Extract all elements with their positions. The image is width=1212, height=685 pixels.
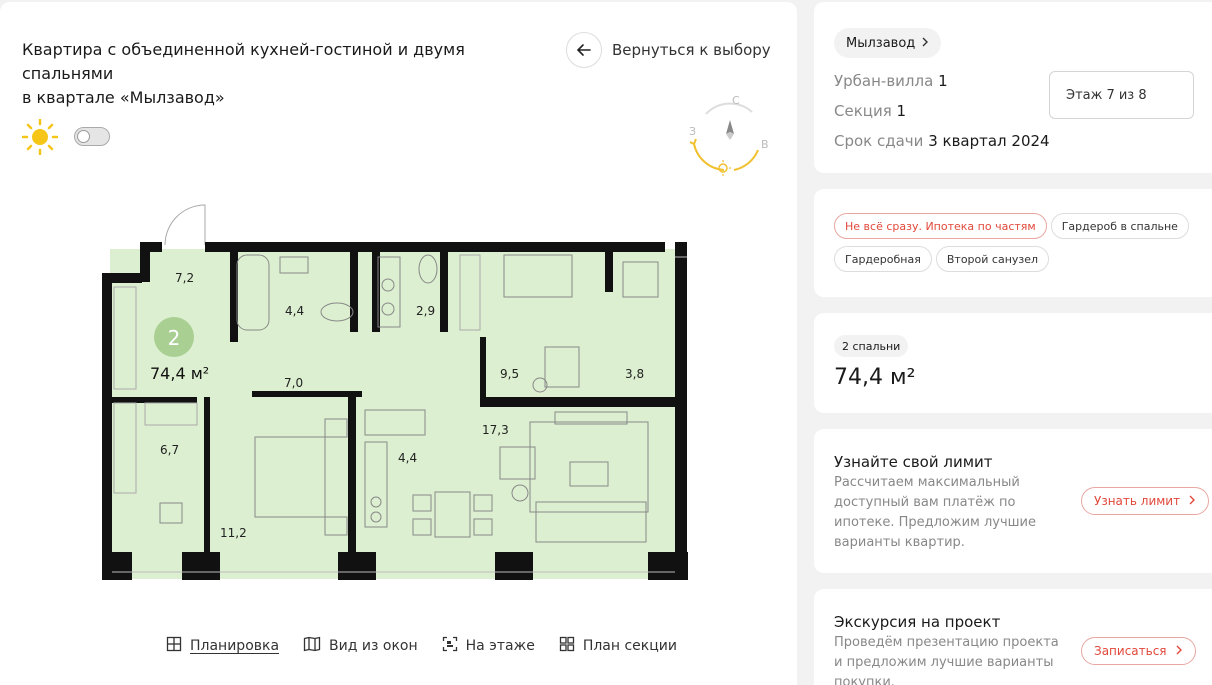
chevron-right-icon xyxy=(1175,644,1183,658)
area-card: 2 спальни 74,4 м² xyxy=(814,313,1212,413)
bedrooms-chip: 2 спальни xyxy=(834,335,909,357)
building-info-card: Мылзавод Урбан-вилла 1 Секция 1 Срок сда… xyxy=(814,2,1212,173)
chevron-right-icon xyxy=(1188,494,1196,508)
tour-text: Проведём презентацию проекта и предложим… xyxy=(834,635,1059,685)
window-view-icon xyxy=(303,636,321,656)
features-card: Не всё сразу. Ипотека по частям Гардероб… xyxy=(814,189,1212,297)
sun-icon xyxy=(21,118,59,159)
room-area-label: 4,4 xyxy=(285,304,304,318)
tab-layout[interactable]: Планировка xyxy=(166,636,279,656)
tab-window-view[interactable]: Вид из окон xyxy=(303,636,418,656)
project-chip[interactable]: Мылзавод xyxy=(834,28,942,58)
back-to-selection-button[interactable]: Вернуться к выбору xyxy=(566,32,771,68)
tour-title: Экскурсия на проект xyxy=(834,613,1001,631)
room-area-label: 9,5 xyxy=(500,367,519,381)
layout-icon xyxy=(166,636,182,656)
view-tabs: Планировка Вид из окон На этаже План сек… xyxy=(166,636,677,656)
mortgage-limit-card: Узнайте свой лимит Рассчитаем максимальн… xyxy=(814,429,1212,573)
svg-text:В: В xyxy=(761,138,769,151)
feature-tags: Не всё сразу. Ипотека по частям Гардероб… xyxy=(834,213,1194,272)
compass: С З В xyxy=(684,92,774,186)
section-row: Секция 1 xyxy=(834,102,907,120)
floorplan[interactable]: 2 74,4 м² 7,2 4,4 2,9 9,5 3,8 7,0 6,7 4,… xyxy=(100,197,692,585)
tab-section-plan[interactable]: План секции xyxy=(559,636,677,656)
room-area-label: 2,9 xyxy=(416,304,435,318)
tour-card: Экскурсия на проект Проведём презентацию… xyxy=(814,589,1212,685)
svg-text:З: З xyxy=(689,125,696,138)
sign-up-button[interactable]: Записаться xyxy=(1081,637,1196,665)
tab-on-floor[interactable]: На этаже xyxy=(442,636,535,656)
find-limit-button[interactable]: Узнать лимит xyxy=(1081,487,1210,515)
tag-mortgage[interactable]: Не всё сразу. Ипотека по частям xyxy=(834,213,1047,239)
arrow-left-icon xyxy=(566,32,602,68)
svg-text:С: С xyxy=(732,94,740,107)
floor-select[interactable]: Этаж 7 из 8 xyxy=(1049,71,1194,119)
limit-title: Узнайте свой лимит xyxy=(834,453,993,471)
room-area-label: 6,7 xyxy=(160,443,179,457)
apartment-panel: Квартира с объединенной кухней-гостиной … xyxy=(0,2,797,685)
rooms-count: 2 xyxy=(168,326,181,350)
room-area-label: 11,2 xyxy=(220,526,247,540)
deadline-row: Срок сдачи 3 квартал 2024 xyxy=(834,132,1050,150)
section-plan-icon xyxy=(559,636,575,656)
sun-toggle[interactable] xyxy=(74,127,110,146)
limit-text: Рассчитаем максимальный доступный вам пл… xyxy=(834,475,1036,550)
chevron-right-icon xyxy=(921,36,929,51)
room-area-label: 17,3 xyxy=(482,423,509,437)
page-title: Квартира с объединенной кухней-гостиной … xyxy=(22,40,465,107)
tag-second-bathroom: Второй санузел xyxy=(935,246,1050,272)
floor-icon xyxy=(442,636,458,656)
area-value: 74,4 м² xyxy=(834,365,916,390)
tag-walk-in-closet: Гардеробная xyxy=(834,246,932,272)
room-area-label: 4,4 xyxy=(398,451,417,465)
tag-wardrobe-bedroom: Гардероб в спальне xyxy=(1050,213,1189,239)
room-area-label: 7,0 xyxy=(284,376,303,390)
building-row: Урбан-вилла 1 xyxy=(834,72,948,90)
total-area-label: 74,4 м² xyxy=(150,364,209,383)
room-area-label: 3,8 xyxy=(625,367,644,381)
room-area-label: 7,2 xyxy=(175,271,194,285)
